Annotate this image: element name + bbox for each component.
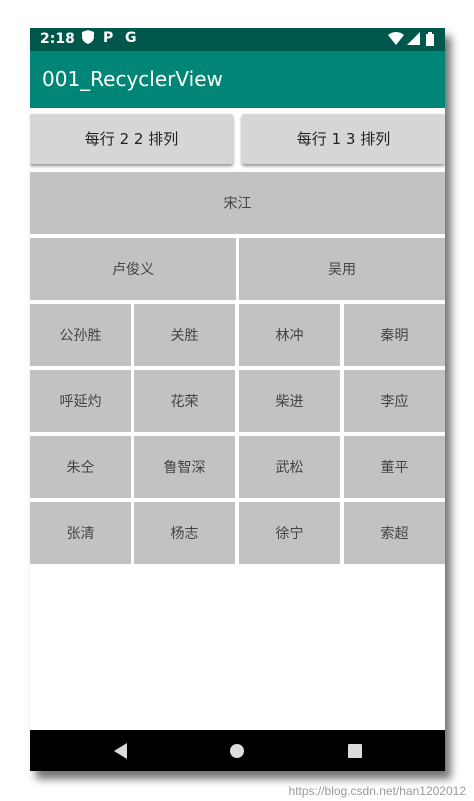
grid-cell[interactable]: 关胜 — [134, 304, 235, 366]
grid-cell[interactable]: 杨志 — [134, 502, 235, 564]
signal-icon — [407, 32, 420, 49]
grid-cell[interactable]: 卢俊义 — [30, 238, 236, 300]
grid-cell[interactable]: 武松 — [239, 436, 340, 498]
status-time: 2:18 — [40, 31, 75, 47]
grid-cell[interactable]: 花荣 — [134, 370, 235, 432]
content-area: 每行 2 2 排列 每行 1 3 排列 宋江 卢俊义 吴用 公孙胜 关胜 林冲 … — [30, 108, 445, 730]
wifi-icon — [388, 32, 404, 49]
battery-icon — [426, 32, 434, 50]
grid-cell[interactable]: 林冲 — [239, 304, 340, 366]
grid-cell[interactable]: 李应 — [344, 370, 445, 432]
google-g-icon: G — [125, 30, 137, 46]
shield-icon — [82, 30, 94, 48]
app-bar: 001_RecyclerView — [30, 51, 445, 108]
home-icon[interactable] — [230, 744, 244, 758]
navigation-bar — [30, 730, 445, 771]
grid-cell[interactable]: 宋江 — [30, 172, 445, 234]
watermark: https://blog.csdn.net/han1202012 — [288, 784, 466, 798]
grid-1-3-button[interactable]: 每行 1 3 排列 — [242, 114, 445, 164]
grid-cell[interactable]: 徐宁 — [239, 502, 340, 564]
grid-cell[interactable]: 董平 — [344, 436, 445, 498]
status-bar: 2:18 P G — [30, 28, 445, 51]
grid-cell[interactable]: 张清 — [30, 502, 131, 564]
grid-cell[interactable]: 索超 — [344, 502, 445, 564]
grid-cell[interactable]: 朱仝 — [30, 436, 131, 498]
grid-cell[interactable]: 柴进 — [239, 370, 340, 432]
phone-frame: 2:18 P G 001_RecyclerView 每行 2 2 排列 每行 1… — [30, 28, 445, 771]
grid-2-2-button[interactable]: 每行 2 2 排列 — [30, 114, 233, 164]
recent-apps-icon[interactable] — [348, 744, 362, 758]
grid-cell[interactable]: 吴用 — [239, 238, 445, 300]
grid-cell[interactable]: 呼延灼 — [30, 370, 131, 432]
grid-cell[interactable]: 秦明 — [344, 304, 445, 366]
parking-p-icon: P — [103, 30, 114, 46]
back-icon[interactable] — [114, 743, 127, 759]
grid-cell[interactable]: 鲁智深 — [134, 436, 235, 498]
app-title: 001_RecyclerView — [42, 67, 223, 91]
grid-cell[interactable]: 公孙胜 — [30, 304, 131, 366]
